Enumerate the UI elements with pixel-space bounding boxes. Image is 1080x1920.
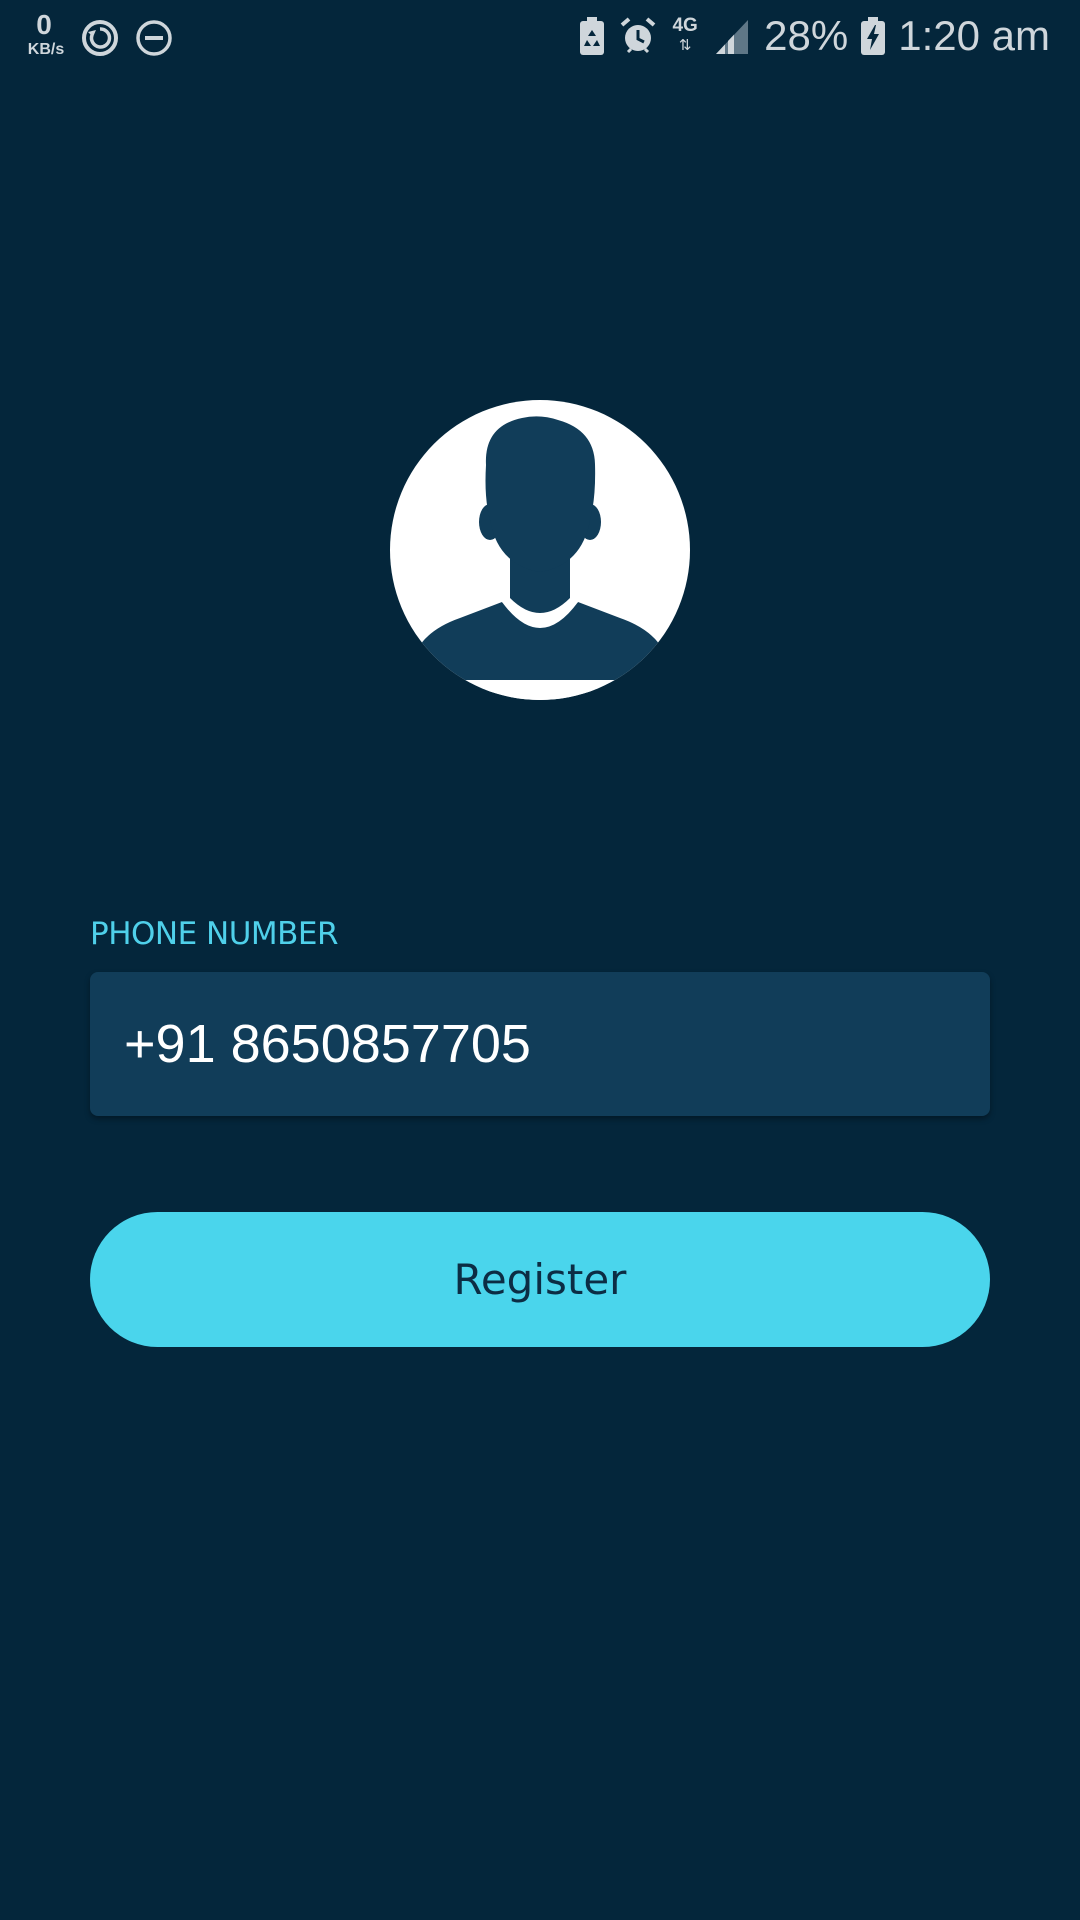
status-time: 1:20 am	[898, 12, 1050, 59]
register-button[interactable]: Register	[90, 1212, 990, 1347]
network-type-indicator: 4G ⇅	[670, 16, 700, 56]
network-type-label: 4G	[672, 15, 698, 36]
network-speed-indicator: 0 KB/s	[22, 11, 66, 65]
sync-icon	[80, 18, 120, 58]
status-bar-left: 0 KB/s	[22, 10, 174, 66]
battery-charging-icon	[860, 16, 886, 56]
alarm-icon	[618, 16, 658, 56]
user-avatar-icon	[390, 400, 690, 700]
battery-saver-icon	[578, 16, 606, 56]
status-bar-right: 4G ⇅ 28% 1:20 am	[578, 8, 1050, 64]
phone-number-label: PHONE NUMBER	[90, 916, 339, 952]
data-activity-arrows: ⇅	[678, 36, 692, 54]
network-speed-unit: KB/s	[27, 41, 65, 58]
network-speed-value: 0	[36, 9, 52, 40]
phone-number-field[interactable]	[90, 972, 990, 1116]
signal-icon	[712, 16, 752, 56]
phone-number-input[interactable]	[124, 972, 964, 1116]
battery-percentage: 28%	[764, 12, 849, 59]
status-bar: 0 KB/s 4G ⇅ 28% 1:20 am	[0, 0, 1080, 72]
profile-avatar[interactable]	[390, 400, 690, 700]
do-not-disturb-icon	[134, 18, 174, 58]
